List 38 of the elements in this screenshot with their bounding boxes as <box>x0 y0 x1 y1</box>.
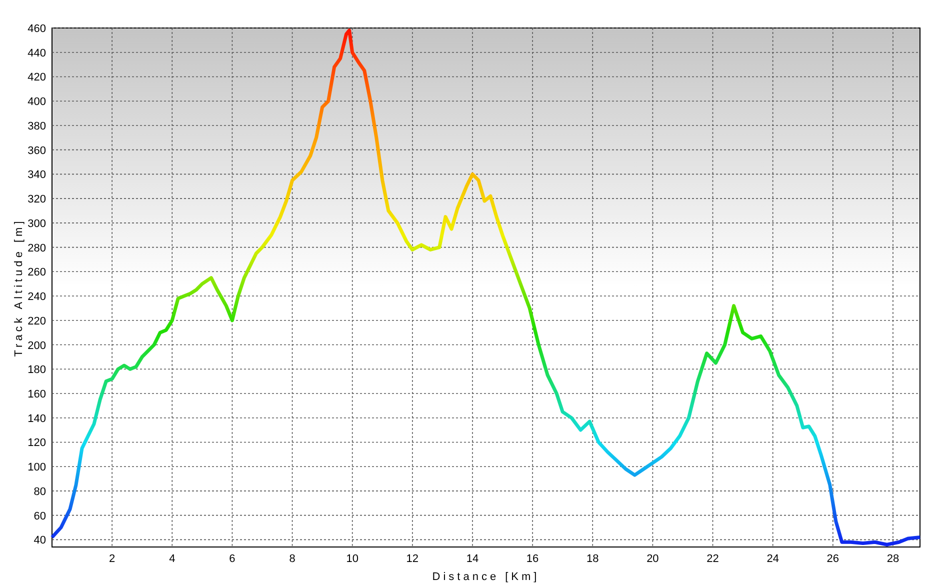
x-tick-label: 28 <box>886 553 900 565</box>
x-tick-label: 20 <box>646 553 659 565</box>
x-tick-label: 8 <box>289 553 296 565</box>
x-tick-label: 12 <box>406 553 419 565</box>
x-tick-label: 18 <box>586 553 599 565</box>
y-tick-label: 40 <box>34 534 46 547</box>
x-tick-label: 2 <box>109 553 116 565</box>
y-tick-label: 280 <box>28 242 46 254</box>
y-tick-label: 420 <box>28 72 46 84</box>
y-tick-label: 200 <box>28 340 46 352</box>
y-axis-title: Track Altitude [m] <box>13 218 25 357</box>
y-tick-label: 140 <box>28 412 46 425</box>
x-tick-label: 10 <box>346 553 358 565</box>
x-axis-title: Distance [Km] <box>432 571 540 583</box>
x-tick-label: 14 <box>466 553 479 565</box>
y-tick-label: 220 <box>28 315 46 328</box>
x-tick-label: 16 <box>526 553 539 565</box>
y-tick-label: 300 <box>28 218 46 230</box>
y-tick-label: 160 <box>28 388 46 400</box>
y-tick-label: 120 <box>28 437 46 450</box>
y-tick-label: 80 <box>34 486 46 498</box>
x-tick-label: 22 <box>706 553 719 565</box>
x-tick-label: 4 <box>169 553 176 565</box>
y-tick-label: 320 <box>28 194 46 206</box>
y-tick-label: 100 <box>28 462 46 474</box>
y-tick-label: 260 <box>28 266 46 279</box>
y-tick-label: 400 <box>28 96 46 108</box>
x-tick-label: 26 <box>826 553 840 565</box>
y-tick-label: 60 <box>34 510 46 522</box>
y-tick-label: 380 <box>28 120 46 132</box>
y-tick-label: 360 <box>28 144 46 157</box>
y-tick-label: 240 <box>28 291 46 304</box>
y-tick-label: 180 <box>28 364 46 376</box>
y-tick-label: 460 <box>28 23 46 35</box>
x-tick-label: 6 <box>229 553 236 565</box>
y-tick-label: 440 <box>28 47 46 60</box>
x-tick-label: 24 <box>766 553 779 565</box>
y-tick-label: 340 <box>28 169 46 182</box>
